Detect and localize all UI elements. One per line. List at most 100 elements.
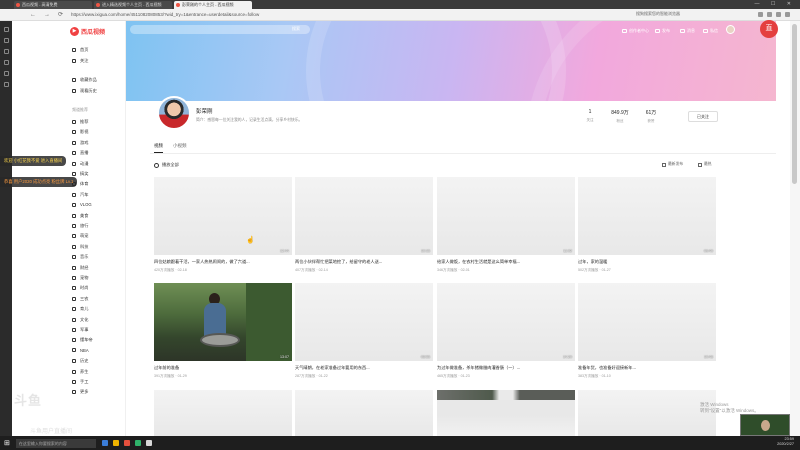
video-thumbnail[interactable]: 08:55 <box>295 283 433 361</box>
tab-short-videos[interactable]: 小视频 <box>173 143 187 153</box>
sidebar-item[interactable]: 三农 <box>72 296 88 302</box>
extension-icon[interactable] <box>767 12 772 17</box>
tab-videos[interactable]: 视频 <box>154 143 163 153</box>
sidebar-item[interactable]: 宠物 <box>72 275 88 281</box>
sidebar-item[interactable]: 音乐 <box>72 254 88 260</box>
taskbar-app-icon[interactable] <box>134 440 141 446</box>
extension-icon[interactable] <box>776 12 781 17</box>
stat-following[interactable]: 1 关注 <box>575 109 605 123</box>
video-card[interactable] <box>154 390 292 436</box>
download-icon[interactable] <box>3 49 9 54</box>
history-icon[interactable] <box>3 38 9 43</box>
video-card[interactable] <box>295 390 433 436</box>
top-menu-upload[interactable]: 发布 <box>655 28 670 34</box>
sidebar-item[interactable]: 懂车帝 <box>72 337 93 343</box>
extension-icon[interactable] <box>758 12 763 17</box>
sidebar-item[interactable]: 收藏作品 <box>72 77 97 83</box>
sidebar-item[interactable]: 文化 <box>72 317 88 323</box>
menu-icon[interactable] <box>785 12 790 17</box>
video-card[interactable] <box>578 390 716 436</box>
sidebar-item[interactable]: 更多 <box>72 389 88 395</box>
video-thumbnail[interactable]: 10:15 <box>295 177 433 255</box>
sidebar-item[interactable]: NBA <box>72 348 89 353</box>
sidebar-item[interactable]: 旅行 <box>72 223 88 229</box>
browser-tab[interactable]: 进入精选视频个人主页 - 西瓜视频 <box>94 1 172 9</box>
back-button[interactable]: ← <box>30 12 36 18</box>
video-thumbnail[interactable]: 09:40 <box>578 177 716 255</box>
video-thumbnail[interactable]: 11:02 <box>437 177 575 255</box>
sidebar-item[interactable]: VLOG <box>72 202 92 207</box>
video-thumbnail[interactable]: 12:44 <box>154 177 292 255</box>
video-thumbnail[interactable]: 14:20 <box>437 283 575 361</box>
stat-fans[interactable]: 849.9万 粉丝 <box>605 109 635 124</box>
forward-button[interactable]: → <box>44 12 50 18</box>
note-icon[interactable] <box>3 60 9 65</box>
sidebar-item[interactable]: 养生 <box>72 369 88 375</box>
sidebar-item[interactable]: 财经 <box>72 265 88 271</box>
video-card[interactable]: 10:15 两位小伙伴帮忙把菜地挖了，给留守的老人送... 407万次播放 · 02… <box>295 177 433 273</box>
start-button[interactable]: ⊞ <box>4 439 10 447</box>
taskbar-app-icon[interactable] <box>101 440 108 446</box>
video-title[interactable]: 为过年做准备，杀年猪做腊肉灌香肠（一）... <box>437 365 575 371</box>
browser-tab-active[interactable]: 彭荣刚的个人主页 - 西瓜视频 <box>174 1 252 9</box>
url-input[interactable]: https://www.ixigua.com/home/451108208085… <box>71 12 591 17</box>
video-thumbnail[interactable] <box>578 390 716 436</box>
sort-hot-button[interactable]: 最热 <box>698 162 712 167</box>
search-button[interactable]: 搜索 <box>292 26 300 32</box>
video-title[interactable]: 过年，家的温暖 <box>578 259 716 265</box>
video-thumbnail[interactable]: 10:48 <box>578 283 716 361</box>
video-thumbnail[interactable] <box>295 390 433 436</box>
settings-icon[interactable] <box>3 82 9 87</box>
top-menu-message[interactable]: 消息 <box>680 28 695 34</box>
video-card[interactable]: 10:48 准备年货，也准备好迎接新年... 383万次播放 · 01-10 <box>578 283 716 379</box>
sidebar-item[interactable]: 萌宠 <box>72 233 88 239</box>
video-thumbnail[interactable] <box>437 390 575 436</box>
taskbar-app-icon[interactable] <box>123 440 130 446</box>
video-card[interactable] <box>437 390 575 436</box>
video-title[interactable]: 过年前的准备 <box>154 365 292 371</box>
sidebar-item[interactable]: 首页 <box>72 47 88 53</box>
video-card[interactable]: 14:20 为过年做准备，杀年猪做腊肉灌香肠（一）... 465万次播放 · 01-… <box>437 283 575 379</box>
taskbar-app-icon[interactable] <box>145 440 152 446</box>
sidebar-item[interactable]: 影视 <box>72 129 88 135</box>
sort-latest-button[interactable]: 最新发布 <box>662 162 683 167</box>
video-card[interactable]: 09:40 过年，家的温暖 502万次播放 · 01-27 <box>578 177 716 273</box>
sidebar-item[interactable]: 直播 <box>72 150 88 156</box>
star-icon[interactable] <box>3 27 9 32</box>
follow-button[interactable]: 已关注 <box>688 111 718 122</box>
sidebar-item[interactable]: 推荐 <box>72 119 88 125</box>
sidebar-item[interactable]: 游戏 <box>72 140 88 146</box>
video-title[interactable]: 两位小伙伴帮忙把菜地挖了，给留守的老人送... <box>295 259 433 265</box>
taskbar-search[interactable]: 在这里输入你要搜索的内容 <box>15 438 96 448</box>
sidebar-item[interactable]: 搞笑 <box>72 171 88 177</box>
app-icon[interactable] <box>3 71 9 76</box>
sidebar-item[interactable]: 动漫 <box>72 161 88 167</box>
taskbar-clock[interactable]: 23:59 2020/2/27 <box>777 437 794 447</box>
sidebar-item[interactable]: 汽车 <box>72 192 88 198</box>
video-thumbnail[interactable] <box>154 390 292 436</box>
video-title[interactable]: 四位姑娘跟着干活，一家人热热闹闹的，做了六道... <box>154 259 292 265</box>
video-title[interactable]: 天气晴朗，在老家准备过年要用的东西... <box>295 365 433 371</box>
user-avatar[interactable] <box>726 25 735 34</box>
sidebar-item[interactable]: 手工 <box>72 379 88 385</box>
sidebar-item[interactable]: 观看历史 <box>72 88 97 94</box>
sidebar-item[interactable]: 科技 <box>72 244 88 250</box>
taskbar-app-icon[interactable] <box>112 440 119 446</box>
video-thumbnail[interactable]: 13:07 <box>154 283 292 361</box>
search-input[interactable] <box>130 25 310 34</box>
video-card[interactable]: 12:44 四位姑娘跟着干活，一家人热热闹闹的，做了六道... 420万次播放 · … <box>154 177 292 273</box>
sidebar-item[interactable]: 军事 <box>72 327 88 333</box>
browser-tab[interactable]: 西瓜视频 - 高清免费 <box>14 1 92 9</box>
play-all-button[interactable]: 播放全部 <box>154 162 179 168</box>
site-logo[interactable]: ▶ 西瓜视频 <box>70 27 105 36</box>
top-menu-private[interactable]: 私信 <box>703 28 718 34</box>
top-menu-creator[interactable]: 创作者中心 <box>622 28 649 34</box>
sidebar-item[interactable]: 美食 <box>72 213 88 219</box>
video-card[interactable]: 08:55 天气晴朗，在老家准备过年要用的东西... 287万次播放 · 01-22 <box>295 283 433 379</box>
video-card[interactable]: 13:07 过年前的准备 391万次播放 · 01-29 <box>154 283 292 379</box>
sidebar-item[interactable]: 育儿 <box>72 306 88 312</box>
video-title[interactable]: 准备年货，也准备好迎接新年... <box>578 365 716 371</box>
address-search-hint[interactable]: 搜狗搜索您的智能浏览器 <box>636 11 680 17</box>
profile-avatar[interactable] <box>157 96 191 130</box>
reload-button[interactable]: ⟳ <box>58 11 63 18</box>
